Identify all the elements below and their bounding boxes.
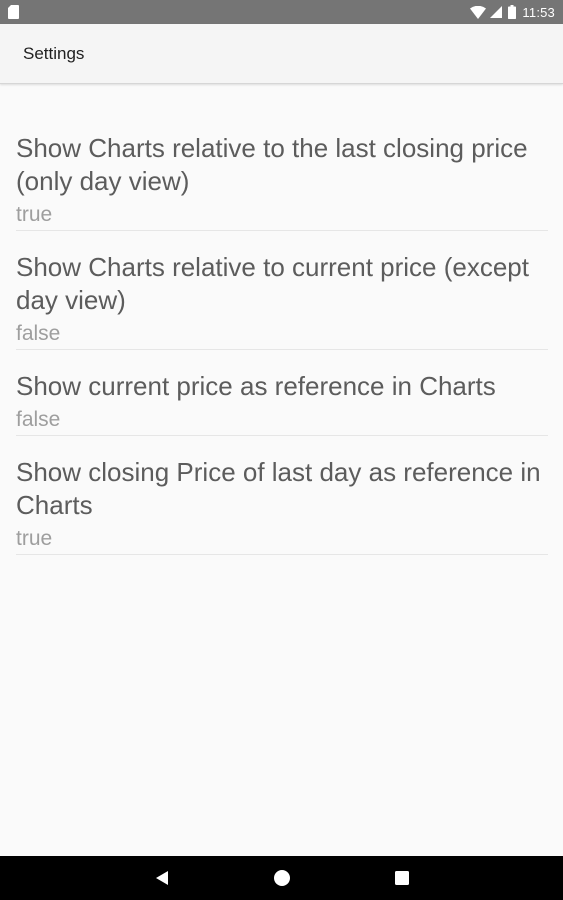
navigation-bar: [0, 856, 563, 900]
page-title: Settings: [23, 44, 85, 63]
home-button[interactable]: [252, 856, 312, 900]
signal-icon: [490, 6, 503, 18]
preference-summary: false: [16, 322, 61, 345]
preference-item[interactable]: Show current price as reference in Chart…: [16, 350, 548, 436]
status-icons: 11:53: [470, 0, 555, 24]
preference-summary: true: [16, 203, 53, 226]
recents-button[interactable]: [372, 856, 432, 900]
battery-icon: [508, 5, 517, 19]
app-bar: Settings: [0, 24, 563, 84]
preference-summary: false: [16, 408, 61, 431]
status-time: 11:53: [522, 4, 555, 20]
preference-title: Show Charts relative to current price (e…: [16, 252, 529, 315]
home-icon: [274, 870, 290, 886]
preference-item[interactable]: Show closing Price of last day as refere…: [16, 436, 548, 555]
preference-summary: true: [16, 527, 53, 550]
status-bar: 11:53: [0, 0, 563, 24]
preference-title: Show current price as reference in Chart…: [16, 371, 496, 401]
sd-card-icon: [8, 5, 19, 19]
preference-title: Show closing Price of last day as refere…: [16, 457, 541, 520]
preference-item[interactable]: Show Charts relative to current price (e…: [16, 231, 548, 350]
preference-title: Show Charts relative to the last closing…: [16, 133, 528, 196]
back-button[interactable]: [132, 856, 192, 900]
back-icon: [156, 871, 168, 885]
wifi-icon: [470, 5, 487, 19]
recents-icon: [395, 871, 409, 885]
preference-item[interactable]: Show Charts relative to the last closing…: [16, 112, 548, 231]
preference-list: Show Charts relative to the last closing…: [16, 112, 548, 555]
